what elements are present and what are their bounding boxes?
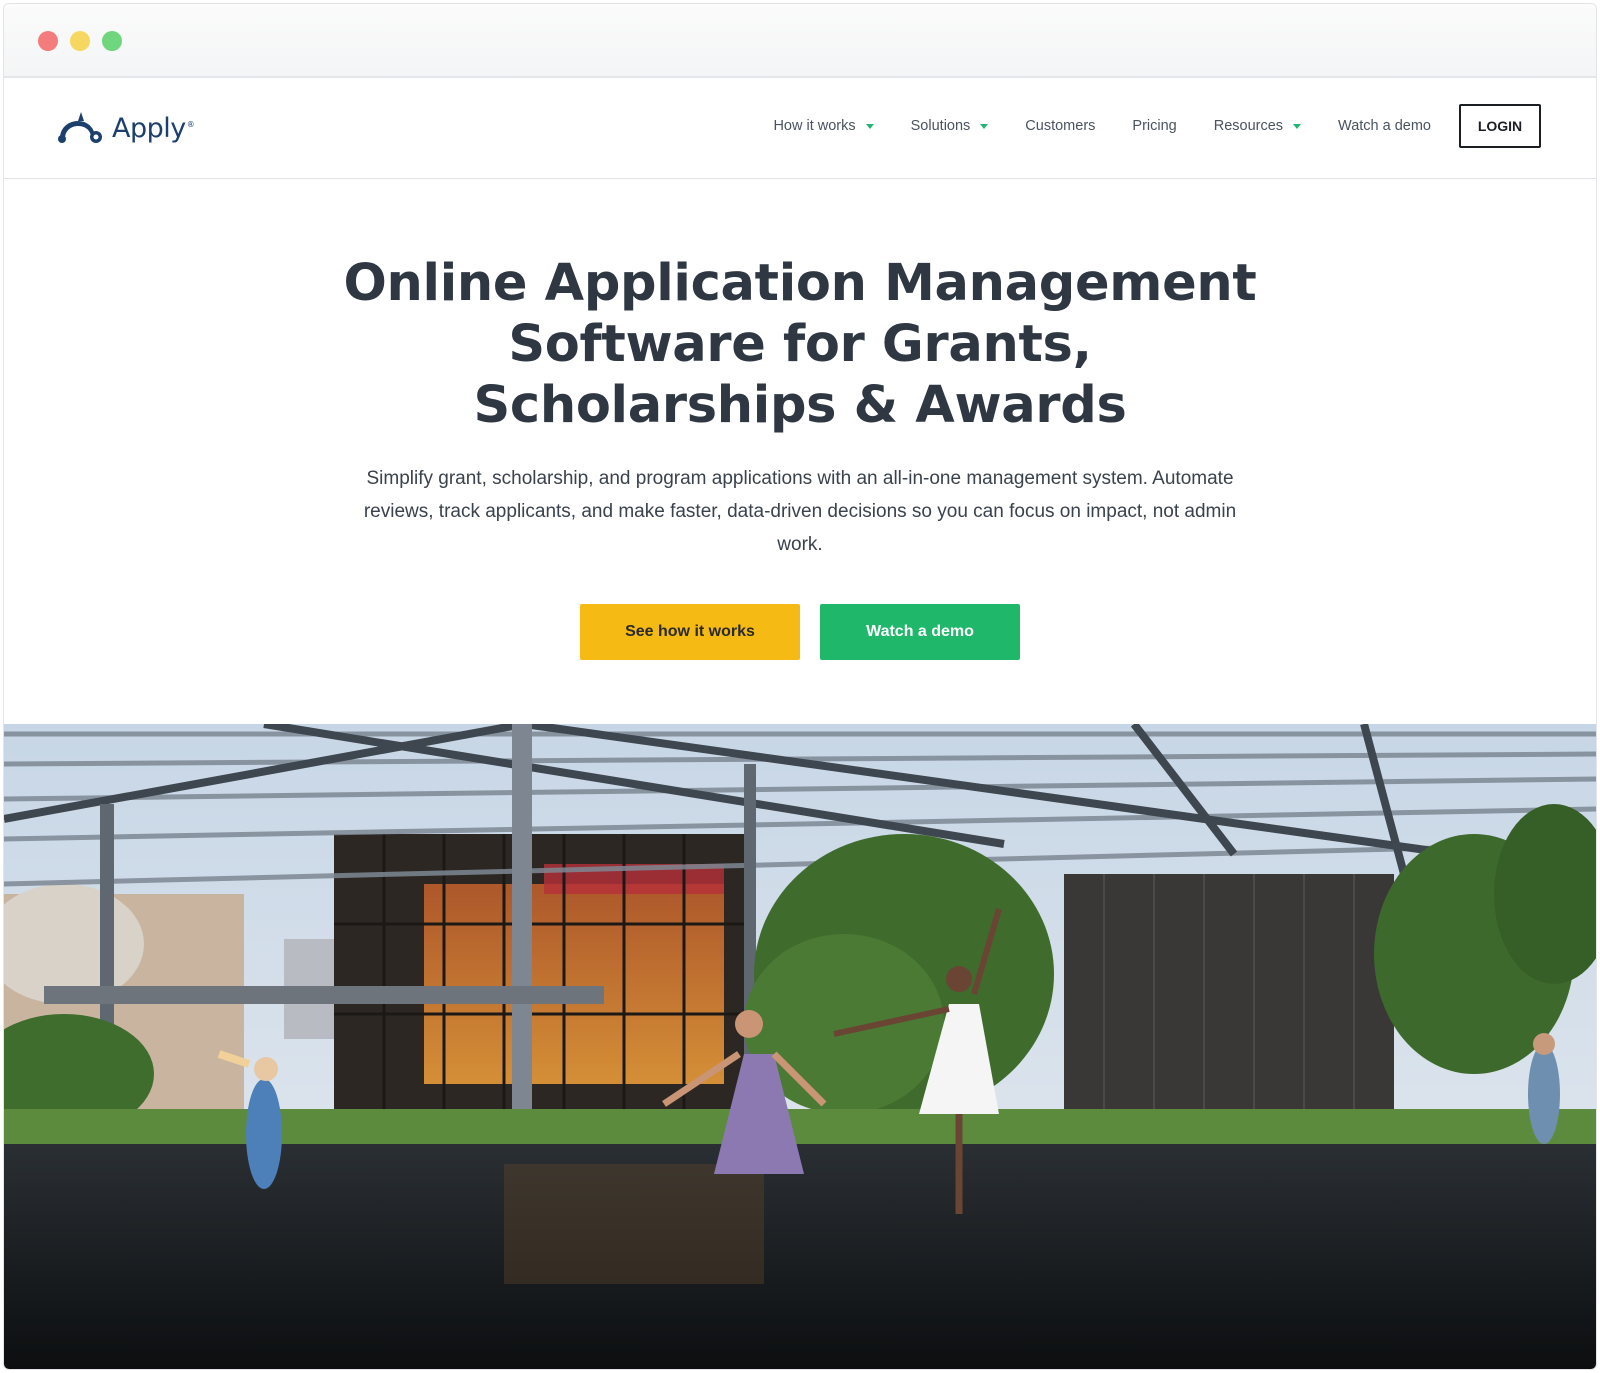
caret-down-icon xyxy=(980,124,989,129)
nav-label: Watch a demo xyxy=(1338,118,1431,134)
see-how-it-works-button[interactable]: See how it works xyxy=(580,604,800,660)
nav-resources[interactable]: Resources xyxy=(1213,118,1302,134)
login-button[interactable]: LOGIN xyxy=(1459,104,1541,148)
browser-window: Apply® How it works Solutions Customers … xyxy=(3,3,1597,1370)
brand-name: Apply® xyxy=(112,112,195,144)
nav-label: Resources xyxy=(1213,118,1284,134)
window-titlebar xyxy=(4,4,1596,78)
caret-down-icon xyxy=(1293,124,1302,129)
nav-customers[interactable]: Customers xyxy=(1025,118,1095,134)
nav-watch-demo[interactable]: Watch a demo xyxy=(1338,118,1431,134)
maximize-window-button[interactable] xyxy=(102,31,122,51)
main-navigation: How it works Solutions Customers Pricing… xyxy=(773,104,1541,148)
hero-photo xyxy=(4,724,1596,1369)
nav-label: Pricing xyxy=(1132,118,1177,134)
hero-title: Online Application Management Software f… xyxy=(343,254,1257,435)
site-header: Apply® How it works Solutions Customers … xyxy=(4,78,1596,179)
nav-solutions[interactable]: Solutions xyxy=(911,118,989,134)
nav-label: Solutions xyxy=(910,118,971,134)
brand-logo[interactable]: Apply® xyxy=(56,108,195,148)
nav-how-it-works[interactable]: How it works xyxy=(773,118,874,134)
hero-subtitle: Simplify grant, scholarship, and program… xyxy=(363,468,1237,555)
nav-label: How it works xyxy=(773,118,856,134)
cta-row: See how it works Watch a demo xyxy=(4,604,1596,660)
registered-mark: ® xyxy=(186,119,195,129)
nav-pricing[interactable]: Pricing xyxy=(1132,118,1176,134)
caret-down-icon xyxy=(865,124,874,129)
beaver-icon xyxy=(58,112,102,143)
hero-section: Online Application Management Software f… xyxy=(4,179,1596,660)
minimize-window-button[interactable] xyxy=(70,31,90,51)
close-window-button[interactable] xyxy=(38,31,58,51)
watch-demo-button[interactable]: Watch a demo xyxy=(820,604,1020,660)
nav-label: Customers xyxy=(1025,118,1096,134)
